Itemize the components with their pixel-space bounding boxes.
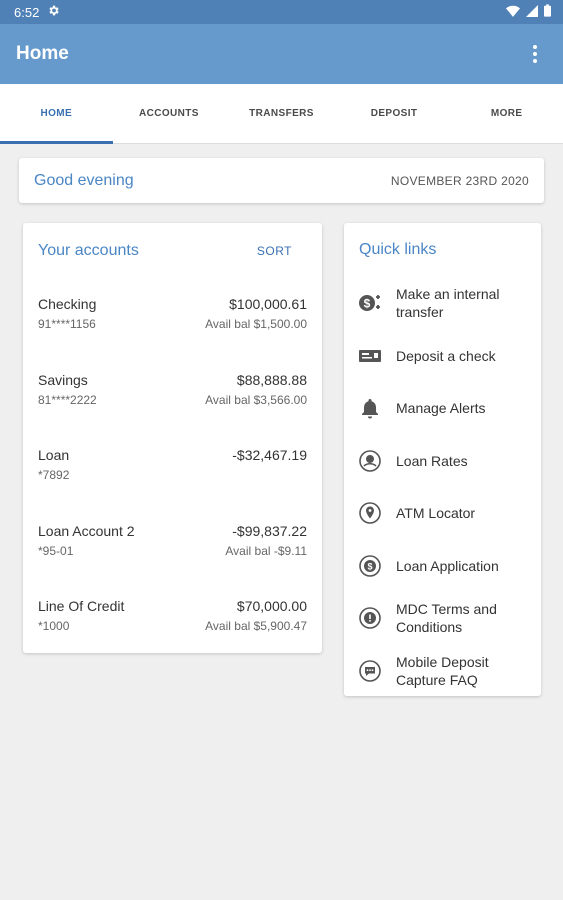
status-time: 6:52 — [14, 4, 40, 20]
quick-link-mdc-terms[interactable]: MDC Terms and Conditions — [344, 592, 541, 645]
settings-gear-icon — [47, 4, 60, 20]
account-number: *7892 — [38, 468, 70, 482]
quick-link-label: Loan Rates — [396, 452, 468, 469]
account-number: *95-01 — [38, 543, 74, 558]
quick-link-loan-application[interactable]: $ Loan Application — [344, 540, 541, 593]
account-row-loan[interactable]: Loan *7892 -$32,467.19 — [23, 430, 322, 506]
tab-accounts[interactable]: ACCOUNTS — [113, 84, 226, 143]
account-number: *1000 — [38, 619, 70, 633]
overflow-menu-icon[interactable] — [529, 41, 541, 67]
dollar-circle-icon: $ — [357, 553, 383, 579]
quick-link-loan-rates[interactable]: Loan Rates — [344, 435, 541, 488]
status-bar: 6:52 — [0, 0, 563, 24]
account-balance: -$99,837.22 — [232, 522, 307, 539]
tab-home[interactable]: HOME — [0, 84, 113, 144]
account-number: 91****1156 — [38, 317, 96, 331]
account-available-balance: Avail bal $5,900.47 — [205, 619, 307, 633]
tab-deposit[interactable]: DEPOSIT — [338, 84, 451, 143]
accounts-title: Your accounts — [38, 242, 139, 259]
quick-link-label: MDC Terms and Conditions — [396, 601, 497, 636]
quick-link-label: Manage Alerts — [396, 400, 486, 417]
quick-link-label: Loan Application — [396, 557, 499, 574]
sort-button[interactable]: SORT — [257, 244, 292, 258]
account-name: Checking — [38, 296, 97, 312]
tab-transfers[interactable]: TRANSFERS — [225, 84, 338, 143]
account-available-balance: Avail bal -$9.11 — [225, 543, 307, 558]
quick-link-atm-locator[interactable]: ATM Locator — [344, 487, 541, 540]
tab-more[interactable]: MORE — [450, 84, 563, 143]
page-title: Home — [16, 43, 69, 64]
info-circle-icon — [357, 605, 383, 631]
cell-signal-icon — [526, 4, 538, 20]
quick-links-title: Quick links — [359, 241, 437, 258]
account-balance: $88,888.88 — [236, 371, 307, 388]
account-name: Savings — [38, 371, 88, 388]
account-row-savings[interactable]: Savings 81****2222 $88,888.88 Avail bal … — [23, 355, 322, 431]
greeting-card: Good evening NOVEMBER 23RD 2020 — [19, 158, 544, 203]
account-available-balance: Avail bal $3,566.00 — [205, 392, 307, 407]
transfer-dollar-icon: $ — [357, 290, 383, 316]
quick-link-label: Deposit a check — [396, 347, 496, 364]
quick-links-card: Quick links $ Make an internal transfer … — [344, 223, 541, 696]
accounts-header: Your accounts SORT — [23, 223, 322, 279]
account-name: Loan Account 2 — [38, 522, 135, 539]
wifi-icon — [506, 5, 520, 20]
current-date: NOVEMBER 23RD 2020 — [390, 173, 529, 188]
account-balance: $100,000.61 — [229, 296, 307, 312]
quick-link-manage-alerts[interactable]: Manage Alerts — [344, 382, 541, 435]
tab-bar: HOME ACCOUNTS TRANSFERS DEPOSIT MORE — [0, 84, 563, 144]
app-bar: Home — [0, 24, 563, 84]
account-name: Line Of Credit — [38, 598, 125, 614]
quick-link-mdc-faq[interactable]: Mobile Deposit Capture FAQ — [344, 645, 541, 698]
quick-link-label: ATM Locator — [396, 505, 476, 522]
account-row-line-of-credit[interactable]: Line Of Credit *1000 $70,000.00 Avail ba… — [23, 581, 322, 657]
battery-icon — [544, 4, 551, 20]
quick-links-header: Quick links — [344, 223, 541, 277]
svg-text:$: $ — [367, 561, 372, 571]
account-balance: -$32,467.19 — [232, 447, 307, 463]
loan-rates-icon — [357, 448, 383, 474]
account-available-balance: Avail bal $1,500.00 — [205, 317, 307, 331]
quick-link-internal-transfer[interactable]: $ Make an internal transfer — [344, 277, 541, 330]
account-row-checking[interactable]: Checking 91****1156 $100,000.61 Avail ba… — [23, 279, 322, 355]
check-deposit-icon — [357, 343, 383, 369]
account-row-loan-account-2[interactable]: Loan Account 2 *95-01 -$99,837.22 Avail … — [23, 506, 322, 582]
svg-text:$: $ — [364, 297, 371, 311]
greeting-text: Good evening — [34, 171, 134, 189]
quick-link-label: Mobile Deposit Capture FAQ — [396, 653, 489, 688]
account-balance: $70,000.00 — [236, 598, 307, 614]
account-name: Loan — [38, 447, 70, 463]
quick-link-label: Make an internal transfer — [396, 286, 500, 321]
chat-bubble-icon — [357, 658, 383, 684]
bell-icon — [357, 395, 383, 421]
account-number: 81****2222 — [38, 392, 97, 407]
accounts-card: Your accounts SORT Checking 91****1156 $… — [23, 223, 322, 653]
location-pin-icon — [357, 500, 383, 526]
quick-link-deposit-check[interactable]: Deposit a check — [344, 330, 541, 383]
